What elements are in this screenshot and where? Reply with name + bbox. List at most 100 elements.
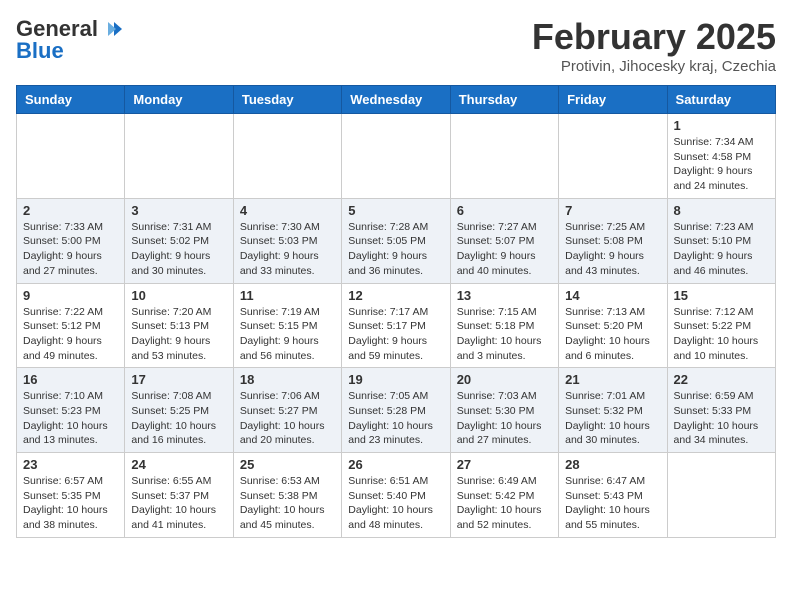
- table-row: 2 Sunrise: 7:33 AM Sunset: 5:00 PM Daylig…: [17, 198, 125, 283]
- day-number: 24: [131, 457, 226, 472]
- day-info: Sunrise: 7:01 AM Sunset: 5:32 PM Dayligh…: [565, 389, 660, 448]
- logo: General Blue: [16, 16, 122, 64]
- day-info: Sunrise: 7:28 AM Sunset: 5:05 PM Dayligh…: [348, 220, 443, 279]
- day-info: Sunrise: 7:25 AM Sunset: 5:08 PM Dayligh…: [565, 220, 660, 279]
- table-row: 16 Sunrise: 7:10 AM Sunset: 5:23 PM Dayli…: [17, 368, 125, 453]
- day-info: Sunrise: 6:49 AM Sunset: 5:42 PM Dayligh…: [457, 474, 552, 533]
- table-row: 8 Sunrise: 7:23 AM Sunset: 5:10 PM Daylig…: [667, 198, 775, 283]
- day-number: 10: [131, 288, 226, 303]
- day-info: Sunrise: 7:06 AM Sunset: 5:27 PM Dayligh…: [240, 389, 335, 448]
- calendar-week-row: 23 Sunrise: 6:57 AM Sunset: 5:35 PM Dayli…: [17, 453, 776, 538]
- table-row: [233, 114, 341, 199]
- day-info: Sunrise: 7:03 AM Sunset: 5:30 PM Dayligh…: [457, 389, 552, 448]
- day-info: Sunrise: 7:33 AM Sunset: 5:00 PM Dayligh…: [23, 220, 118, 279]
- table-row: 22 Sunrise: 6:59 AM Sunset: 5:33 PM Dayli…: [667, 368, 775, 453]
- table-row: 20 Sunrise: 7:03 AM Sunset: 5:30 PM Dayli…: [450, 368, 558, 453]
- day-info: Sunrise: 7:10 AM Sunset: 5:23 PM Dayligh…: [23, 389, 118, 448]
- calendar-week-row: 1 Sunrise: 7:34 AM Sunset: 4:58 PM Daylig…: [17, 114, 776, 199]
- day-number: 25: [240, 457, 335, 472]
- table-row: 13 Sunrise: 7:15 AM Sunset: 5:18 PM Dayli…: [450, 283, 558, 368]
- day-number: 7: [565, 203, 660, 218]
- table-row: 9Sunrise: 7:22 AM Sunset: 5:12 PM Daylig…: [17, 283, 125, 368]
- calendar-week-row: 9Sunrise: 7:22 AM Sunset: 5:12 PM Daylig…: [17, 283, 776, 368]
- table-row: [342, 114, 450, 199]
- day-info: Sunrise: 7:15 AM Sunset: 5:18 PM Dayligh…: [457, 305, 552, 364]
- table-row: [559, 114, 667, 199]
- table-row: 6 Sunrise: 7:27 AM Sunset: 5:07 PM Daylig…: [450, 198, 558, 283]
- title-area: February 2025 Protivin, Jihocesky kraj, …: [532, 16, 776, 75]
- table-row: 19 Sunrise: 7:05 AM Sunset: 5:28 PM Dayli…: [342, 368, 450, 453]
- day-number: 22: [674, 372, 769, 387]
- col-wednesday: Wednesday: [342, 86, 450, 114]
- day-number: 13: [457, 288, 552, 303]
- day-info: Sunrise: 7:27 AM Sunset: 5:07 PM Dayligh…: [457, 220, 552, 279]
- calendar-header-row: Sunday Monday Tuesday Wednesday Thursday…: [17, 86, 776, 114]
- table-row: 27 Sunrise: 6:49 AM Sunset: 5:42 PM Dayli…: [450, 453, 558, 538]
- day-info: Sunrise: 6:57 AM Sunset: 5:35 PM Dayligh…: [23, 474, 118, 533]
- col-tuesday: Tuesday: [233, 86, 341, 114]
- table-row: 1 Sunrise: 7:34 AM Sunset: 4:58 PM Daylig…: [667, 114, 775, 199]
- day-number: 18: [240, 372, 335, 387]
- col-sunday: Sunday: [17, 86, 125, 114]
- table-row: 5 Sunrise: 7:28 AM Sunset: 5:05 PM Daylig…: [342, 198, 450, 283]
- day-info: Sunrise: 7:08 AM Sunset: 5:25 PM Dayligh…: [131, 389, 226, 448]
- table-row: 21 Sunrise: 7:01 AM Sunset: 5:32 PM Dayli…: [559, 368, 667, 453]
- table-row: 14Sunrise: 7:13 AM Sunset: 5:20 PM Dayli…: [559, 283, 667, 368]
- logo-blue-text: Blue: [16, 38, 64, 64]
- table-row: [667, 453, 775, 538]
- day-number: 27: [457, 457, 552, 472]
- day-info: Sunrise: 7:30 AM Sunset: 5:03 PM Dayligh…: [240, 220, 335, 279]
- day-number: 17: [131, 372, 226, 387]
- day-info: Sunrise: 7:12 AM Sunset: 5:22 PM Dayligh…: [674, 305, 769, 364]
- day-info: Sunrise: 6:55 AM Sunset: 5:37 PM Dayligh…: [131, 474, 226, 533]
- table-row: 28 Sunrise: 6:47 AM Sunset: 5:43 PM Dayli…: [559, 453, 667, 538]
- day-info: Sunrise: 7:31 AM Sunset: 5:02 PM Dayligh…: [131, 220, 226, 279]
- day-info: Sunrise: 7:19 AM Sunset: 5:15 PM Dayligh…: [240, 305, 335, 364]
- col-saturday: Saturday: [667, 86, 775, 114]
- table-row: 3 Sunrise: 7:31 AM Sunset: 5:02 PM Daylig…: [125, 198, 233, 283]
- day-info: Sunrise: 7:23 AM Sunset: 5:10 PM Dayligh…: [674, 220, 769, 279]
- day-number: 2: [23, 203, 118, 218]
- table-row: [125, 114, 233, 199]
- day-number: 23: [23, 457, 118, 472]
- day-number: 1: [674, 118, 769, 133]
- day-number: 14: [565, 288, 660, 303]
- month-title: February 2025: [532, 16, 776, 58]
- table-row: 18 Sunrise: 7:06 AM Sunset: 5:27 PM Dayli…: [233, 368, 341, 453]
- day-number: 8: [674, 203, 769, 218]
- day-number: 4: [240, 203, 335, 218]
- day-number: 5: [348, 203, 443, 218]
- table-row: 15Sunrise: 7:12 AM Sunset: 5:22 PM Dayli…: [667, 283, 775, 368]
- col-friday: Friday: [559, 86, 667, 114]
- page-header: General Blue February 2025 Protivin, Jih…: [16, 16, 776, 75]
- col-monday: Monday: [125, 86, 233, 114]
- day-info: Sunrise: 7:34 AM Sunset: 4:58 PM Dayligh…: [674, 135, 769, 194]
- table-row: 10 Sunrise: 7:20 AM Sunset: 5:13 PM Dayli…: [125, 283, 233, 368]
- table-row: 26 Sunrise: 6:51 AM Sunset: 5:40 PM Dayli…: [342, 453, 450, 538]
- table-row: [450, 114, 558, 199]
- day-info: Sunrise: 6:59 AM Sunset: 5:33 PM Dayligh…: [674, 389, 769, 448]
- table-row: 12Sunrise: 7:17 AM Sunset: 5:17 PM Dayli…: [342, 283, 450, 368]
- day-number: 19: [348, 372, 443, 387]
- day-number: 20: [457, 372, 552, 387]
- day-info: Sunrise: 7:20 AM Sunset: 5:13 PM Dayligh…: [131, 305, 226, 364]
- table-row: 17 Sunrise: 7:08 AM Sunset: 5:25 PM Dayli…: [125, 368, 233, 453]
- day-info: Sunrise: 6:47 AM Sunset: 5:43 PM Dayligh…: [565, 474, 660, 533]
- day-number: 26: [348, 457, 443, 472]
- day-number: 9: [23, 288, 118, 303]
- calendar-table: Sunday Monday Tuesday Wednesday Thursday…: [16, 85, 776, 538]
- day-number: 6: [457, 203, 552, 218]
- day-info: Sunrise: 7:05 AM Sunset: 5:28 PM Dayligh…: [348, 389, 443, 448]
- table-row: 11Sunrise: 7:19 AM Sunset: 5:15 PM Dayli…: [233, 283, 341, 368]
- table-row: 23 Sunrise: 6:57 AM Sunset: 5:35 PM Dayli…: [17, 453, 125, 538]
- day-number: 12: [348, 288, 443, 303]
- day-number: 28: [565, 457, 660, 472]
- day-number: 16: [23, 372, 118, 387]
- day-info: Sunrise: 6:51 AM Sunset: 5:40 PM Dayligh…: [348, 474, 443, 533]
- day-number: 21: [565, 372, 660, 387]
- table-row: 25 Sunrise: 6:53 AM Sunset: 5:38 PM Dayli…: [233, 453, 341, 538]
- calendar-week-row: 16 Sunrise: 7:10 AM Sunset: 5:23 PM Dayli…: [17, 368, 776, 453]
- location: Protivin, Jihocesky kraj, Czechia: [532, 58, 776, 75]
- day-number: 3: [131, 203, 226, 218]
- day-info: Sunrise: 6:53 AM Sunset: 5:38 PM Dayligh…: [240, 474, 335, 533]
